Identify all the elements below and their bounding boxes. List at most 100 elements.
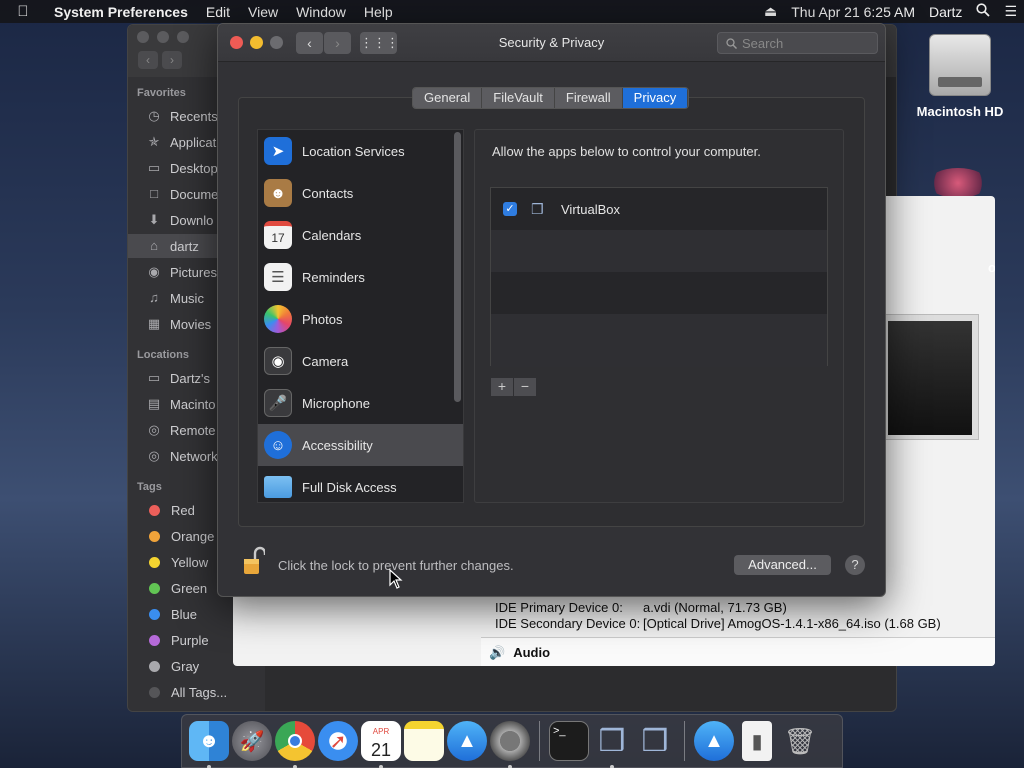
calendar-icon: 17 bbox=[264, 221, 292, 249]
category-list-scrollbar[interactable] bbox=[454, 132, 461, 402]
sidebar-item-label: Desktop bbox=[170, 160, 218, 176]
unlocked-padlock-icon[interactable] bbox=[243, 546, 267, 576]
dock-notes-icon[interactable] bbox=[404, 721, 444, 761]
category-label: Photos bbox=[302, 311, 343, 327]
sidebar-item-label: Macinto bbox=[170, 396, 216, 412]
tab-general[interactable]: General bbox=[413, 88, 483, 108]
category-photos[interactable]: Photos bbox=[258, 298, 463, 340]
category-reminders[interactable]: ☰ Reminders bbox=[258, 256, 463, 298]
dock-downloads-stack-icon[interactable]: ▲ bbox=[694, 721, 734, 761]
menubar-clock[interactable]: Thu Apr 21 6:25 AM bbox=[784, 4, 922, 20]
sidebar-item-label: Docume bbox=[170, 186, 219, 202]
app-menu[interactable]: System Preferences bbox=[46, 4, 197, 20]
category-accessibility[interactable]: ☺ Accessibility bbox=[258, 424, 463, 466]
app-enabled-checkbox[interactable]: ✓ bbox=[503, 202, 517, 216]
sidebar-item-label: Downlo bbox=[170, 212, 214, 228]
calendar-icon-day: 17 bbox=[271, 230, 285, 245]
tag-color-dot bbox=[149, 660, 160, 672]
category-label: Accessibility bbox=[302, 437, 373, 453]
sidebar-item-label: dartz bbox=[170, 238, 199, 254]
finder-forward-button[interactable]: › bbox=[162, 51, 182, 69]
advanced-button[interactable]: Advanced... bbox=[734, 555, 831, 575]
dock-system-preferences-icon[interactable] bbox=[490, 721, 530, 768]
tab-firewall[interactable]: Firewall bbox=[554, 88, 623, 108]
mouse-pointer-icon bbox=[389, 569, 403, 589]
sidebar-item-label: Recents bbox=[170, 108, 218, 124]
sidebar-section-tags: Tags bbox=[137, 481, 162, 493]
tab-filevault[interactable]: FileVault bbox=[482, 88, 555, 108]
hard-drive-icon bbox=[929, 34, 991, 96]
dock-app-store-icon[interactable]: ▲ bbox=[447, 721, 487, 761]
dock-separator bbox=[684, 721, 685, 761]
tag-color-dot bbox=[149, 582, 160, 594]
spotlight-search-icon[interactable] bbox=[969, 3, 997, 20]
desktop-app-icon[interactable] bbox=[928, 168, 988, 198]
accessibility-pane: Allow the apps below to control your com… bbox=[474, 129, 844, 503]
sidebar-item-label: Dartz's bbox=[170, 370, 211, 386]
app-row-empty bbox=[491, 314, 827, 367]
app-name: VirtualBox bbox=[561, 201, 621, 217]
menu-window[interactable]: Window bbox=[287, 4, 355, 20]
dock-virtualbox-vm-icon[interactable]: ❒ bbox=[635, 721, 675, 761]
tag-color-dot bbox=[149, 634, 160, 646]
audio-section-header[interactable]: 🔊 Audio bbox=[481, 637, 995, 666]
tab-privacy[interactable]: Privacy bbox=[622, 88, 689, 108]
sidebar-item-label: Gray bbox=[171, 658, 200, 674]
category-camera[interactable]: ◉ Camera bbox=[258, 340, 463, 382]
app-row-virtualbox[interactable]: ✓ ❒ VirtualBox bbox=[491, 188, 827, 230]
dock-virtualbox-icon[interactable]: ❒ bbox=[592, 721, 632, 768]
remove-app-button[interactable]: − bbox=[514, 378, 536, 396]
menu-help[interactable]: Help bbox=[355, 4, 402, 20]
tag-color-dot bbox=[149, 686, 160, 698]
dock-chrome-icon[interactable] bbox=[275, 721, 315, 768]
category-label: Contacts bbox=[302, 185, 354, 201]
camera-icon: ◉ bbox=[264, 347, 292, 375]
help-button[interactable]: ? bbox=[845, 555, 865, 575]
finder-close-button[interactable] bbox=[137, 31, 149, 43]
app-row-empty bbox=[491, 230, 827, 272]
category-label: Reminders bbox=[302, 269, 365, 285]
home-icon: ⌂ bbox=[150, 238, 158, 253]
dock-terminal-icon[interactable]: >_ bbox=[549, 721, 589, 761]
desktop-icon: ▭ bbox=[147, 160, 161, 175]
menubar-user[interactable]: Dartz bbox=[922, 4, 969, 20]
dock-finder-icon[interactable]: ☻ bbox=[189, 721, 229, 768]
dock-calendar-icon[interactable]: APR 21 bbox=[361, 721, 401, 768]
sidebar-item-label: Red bbox=[171, 502, 195, 518]
chrome-center-dot bbox=[288, 734, 302, 748]
sidebar-item-label: Applicat bbox=[170, 134, 217, 150]
finder-zoom-button[interactable] bbox=[177, 31, 189, 43]
globe-icon: ◎ bbox=[148, 448, 160, 463]
dock-launchpad-icon[interactable]: 🚀 bbox=[232, 721, 272, 761]
menu-view[interactable]: View bbox=[239, 4, 287, 20]
category-label: Calendars bbox=[302, 227, 362, 243]
tag-color-dot bbox=[149, 556, 160, 568]
menu-edit[interactable]: Edit bbox=[197, 4, 239, 20]
category-location-services[interactable]: ➤ Location Services bbox=[258, 130, 463, 172]
desktop-icon-macintosh-hd[interactable]: Macintosh HD bbox=[910, 34, 1010, 119]
dock-archive-file-icon[interactable]: ▮ bbox=[742, 721, 772, 761]
photos-flower-icon bbox=[264, 305, 292, 333]
dock-trash-icon[interactable]: 🗑 bbox=[780, 721, 820, 761]
category-calendars[interactable]: 17 Calendars bbox=[258, 214, 463, 256]
contacts-book-icon: ☻ bbox=[264, 179, 292, 207]
speaker-icon: 🔊 bbox=[489, 644, 506, 660]
finder-minimize-button[interactable] bbox=[157, 31, 169, 43]
sidebar-section-favorites: Favorites bbox=[137, 87, 186, 99]
notification-center-icon[interactable]: ☰ bbox=[997, 3, 1024, 20]
sidebar-tag-all[interactable]: All Tags... bbox=[128, 680, 265, 704]
search-field[interactable]: Search bbox=[717, 32, 878, 54]
category-full-disk-access[interactable]: Full Disk Access bbox=[258, 466, 463, 502]
add-app-button[interactable]: + bbox=[491, 378, 513, 396]
apple-menu-icon[interactable]:  bbox=[0, 3, 46, 20]
category-contacts[interactable]: ☻ Contacts bbox=[258, 172, 463, 214]
storage-details: IDE Primary Device 0: a.vdi (Normal, 71.7… bbox=[483, 600, 941, 632]
category-microphone[interactable]: 🎤 Microphone bbox=[258, 382, 463, 424]
search-placeholder: Search bbox=[742, 35, 784, 51]
eject-icon[interactable]: ⏏ bbox=[757, 3, 784, 20]
dock-safari-icon[interactable]: ➚ bbox=[318, 721, 358, 761]
finder-back-button[interactable]: ‹ bbox=[138, 51, 158, 69]
sidebar-item-label: Remote bbox=[170, 422, 216, 438]
menu-bar:  System Preferences Edit View Window He… bbox=[0, 0, 1024, 23]
audio-label: Audio bbox=[513, 645, 551, 660]
